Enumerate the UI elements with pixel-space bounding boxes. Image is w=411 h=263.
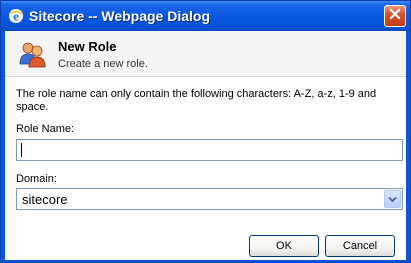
ok-button[interactable]: OK <box>249 235 319 257</box>
dialog-header: New Role Create a new role. <box>5 31 406 77</box>
close-icon <box>389 7 401 25</box>
dialog-window: e Sitecore -- Webpage Dialog New Role Cr… <box>0 0 411 263</box>
title-bar[interactable]: e Sitecore -- Webpage Dialog <box>1 1 410 31</box>
domain-select[interactable]: sitecore <box>16 188 403 210</box>
domain-select-value: sitecore <box>22 192 68 207</box>
cancel-button[interactable]: Cancel <box>325 235 395 257</box>
dialog-heading: New Role <box>58 39 117 54</box>
dialog-body: New Role Create a new role. The role nam… <box>5 31 406 260</box>
domain-label: Domain: <box>16 173 57 185</box>
role-name-input[interactable] <box>16 139 403 161</box>
close-button[interactable] <box>384 5 406 27</box>
ie-icon: e <box>8 8 24 24</box>
window-title: Sitecore -- Webpage Dialog <box>29 8 210 24</box>
info-text: The role name can only contain the follo… <box>16 88 377 113</box>
text-caret <box>21 143 22 157</box>
role-users-icon <box>17 39 47 69</box>
dropdown-button[interactable] <box>384 190 401 208</box>
role-name-label: Role Name: <box>16 123 75 135</box>
chevron-down-icon <box>388 190 397 208</box>
dialog-subheading: Create a new role. <box>58 58 148 70</box>
